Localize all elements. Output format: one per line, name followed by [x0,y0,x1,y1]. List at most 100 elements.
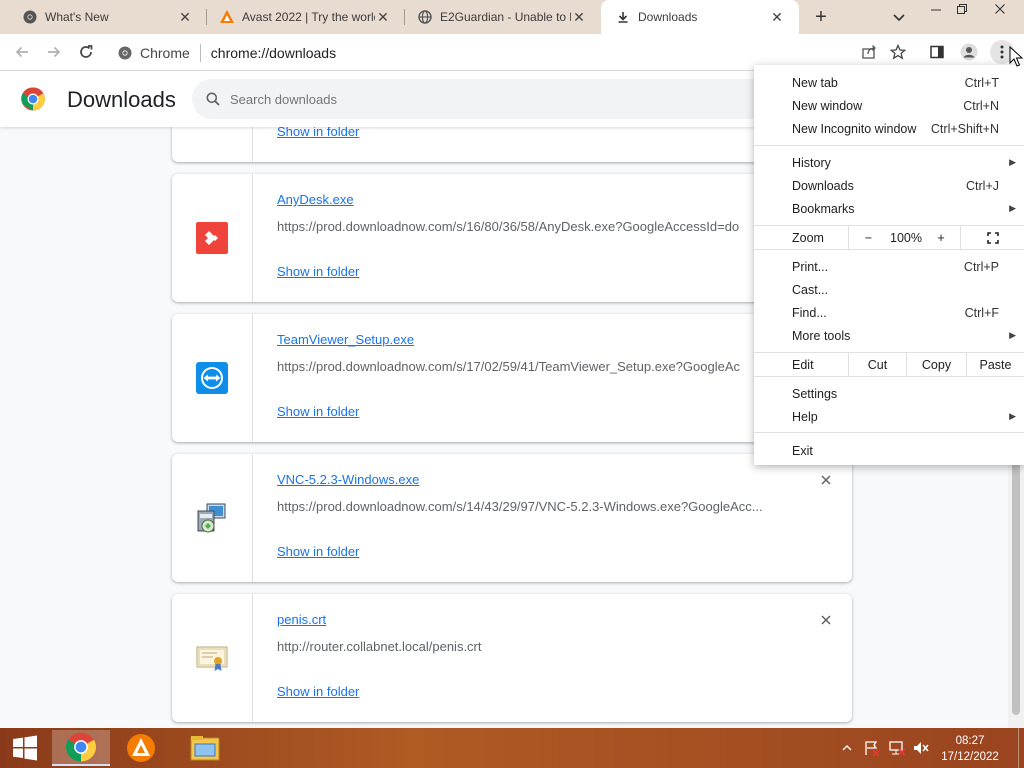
network-icon[interactable] [888,728,906,768]
menu-shortcut: Ctrl+J [966,178,999,193]
menu-item-help[interactable]: Help ▶ [754,405,1024,428]
tab-downloads[interactable]: Downloads ✕ [601,0,799,34]
menu-shortcut: Ctrl+T [964,75,999,90]
taskbar-clock[interactable]: 08:27 17/12/2022 [940,733,1000,765]
bookmark-star-icon[interactable] [886,40,910,64]
avast-icon [219,9,235,25]
file-url[interactable]: https://prod.downloadnow.com/s/14/43/29/… [277,499,777,514]
file-url[interactable]: https://prod.downloadnow.com/s/16/80/36/… [277,219,777,234]
page-title: Downloads [67,87,176,112]
action-center-flag-icon[interactable] [864,728,880,768]
show-in-folder-link[interactable]: Show in folder [277,404,359,419]
cut-button[interactable]: Cut [848,353,906,376]
site-chip[interactable]: Chrome [110,45,190,61]
menu-item-bookmarks[interactable]: Bookmarks ▶ [754,197,1024,220]
taskbar-avast-icon[interactable] [112,730,170,766]
mouse-cursor-icon [1009,46,1023,67]
file-name-link[interactable]: VNC-5.2.3-Windows.exe [277,472,419,487]
copy-button[interactable]: Copy [906,353,966,376]
omnibox-separator [199,43,201,62]
tab-e2guardian[interactable]: E2Guardian - Unable to load ✕ [405,0,601,34]
tab-search-icon[interactable] [891,9,907,25]
menu-item-find[interactable]: Find... Ctrl+F [754,301,1024,324]
close-tab-icon[interactable]: ✕ [375,9,391,25]
file-icon-column [172,127,253,162]
menu-label: More tools [792,328,851,343]
show-in-folder-link[interactable]: Show in folder [277,127,359,139]
search-input[interactable] [230,91,730,107]
zoom-out-button[interactable]: − [848,226,888,249]
download-card: Show in folder [172,127,852,162]
submenu-arrow-icon: ▶ [1009,411,1016,421]
url-text[interactable]: chrome://downloads [211,45,336,61]
close-tab-icon[interactable]: ✕ [571,9,587,25]
show-in-folder-link[interactable]: Show in folder [277,544,359,559]
menu-item-new-incognito-window[interactable]: New Incognito window Ctrl+Shift+N [754,117,1024,140]
tab-avast[interactable]: Avast 2022 | Try the world's ✕ [207,0,405,34]
show-hidden-icons-icon[interactable] [842,728,852,768]
share-icon[interactable] [857,40,881,64]
windows-start-icon[interactable] [0,730,50,766]
file-name-link[interactable]: penis.crt [277,612,326,627]
remove-download-close-icon[interactable] [818,612,834,628]
zoom-in-button[interactable]: + [924,226,958,249]
menu-label: Exit [792,443,813,458]
menu-item-print[interactable]: Print... Ctrl+P [754,255,1024,278]
profile-avatar-icon[interactable] [957,40,981,64]
certificate-icon [196,646,228,671]
show-in-folder-link[interactable]: Show in folder [277,264,359,279]
menu-item-downloads[interactable]: Downloads Ctrl+J [754,174,1024,197]
download-card-crt: penis.crt http://router.collabnet.local/… [172,594,852,722]
file-url[interactable]: http://router.collabnet.local/penis.crt [277,639,777,654]
windows-taskbar: 08:27 17/12/2022 [0,728,1024,768]
tab-title: What's New [45,10,109,24]
taskbar-file-explorer-icon[interactable] [176,730,234,766]
clock-time: 08:27 [955,735,985,747]
menu-label: Cast... [792,282,829,297]
search-icon [206,92,220,106]
tab-title: E2Guardian - Unable to load [440,10,571,24]
tab-strip: What's New ✕ Avast 2022 | Try the world'… [0,0,1024,34]
menu-divider [754,432,1024,433]
search-downloads-bar[interactable] [192,79,812,119]
restore-icon[interactable] [947,0,977,24]
volume-muted-icon[interactable] [912,728,930,768]
menu-label: Print... [792,259,829,274]
anydesk-icon [196,222,228,254]
close-tab-icon[interactable]: ✕ [769,9,785,25]
menu-edit-row: Edit Cut Copy Paste [754,352,1024,377]
menu-item-exit[interactable]: Exit [754,439,1024,462]
menu-item-cast[interactable]: Cast... [754,278,1024,301]
edit-label: Edit [792,358,814,372]
remove-download-close-icon[interactable] [818,472,834,488]
address-bar[interactable]: Chrome chrome://downloads [110,38,886,67]
close-tab-icon[interactable]: ✕ [177,9,193,25]
paste-button[interactable]: Paste [966,353,1024,376]
back-arrow-icon[interactable] [10,40,34,64]
file-url[interactable]: https://prod.downloadnow.com/s/17/02/59/… [277,359,777,374]
menu-item-more-tools[interactable]: More tools ▶ [754,324,1024,347]
fullscreen-icon[interactable] [960,226,1024,249]
menu-item-new-window[interactable]: New window Ctrl+N [754,94,1024,117]
menu-shortcut: Ctrl+F [964,305,999,320]
close-window-icon[interactable] [982,0,1018,24]
reload-icon[interactable] [74,40,98,64]
file-name-link[interactable]: TeamViewer_Setup.exe [277,332,414,347]
taskbar-chrome-icon[interactable] [52,730,110,766]
chrome-logo-icon [21,87,45,111]
file-icon-column [172,314,253,442]
new-tab-button[interactable]: + [811,7,831,27]
menu-item-new-tab[interactable]: New tab Ctrl+T [754,71,1024,94]
menu-item-history[interactable]: History ▶ [754,151,1024,174]
show-in-folder-link[interactable]: Show in folder [277,684,359,699]
menu-item-settings[interactable]: Settings [754,382,1024,405]
download-card-vnc: VNC-5.2.3-Windows.exe https://prod.downl… [172,454,852,582]
submenu-arrow-icon: ▶ [1009,203,1016,213]
file-name-link[interactable]: AnyDesk.exe [277,192,354,207]
side-panel-icon[interactable] [925,40,949,64]
tab-whats-new[interactable]: What's New ✕ [0,0,207,34]
show-desktop-button[interactable] [1018,728,1024,768]
tab-title: Avast 2022 | Try the world's [242,10,375,24]
forward-arrow-icon[interactable] [42,40,66,64]
submenu-arrow-icon: ▶ [1009,330,1016,340]
